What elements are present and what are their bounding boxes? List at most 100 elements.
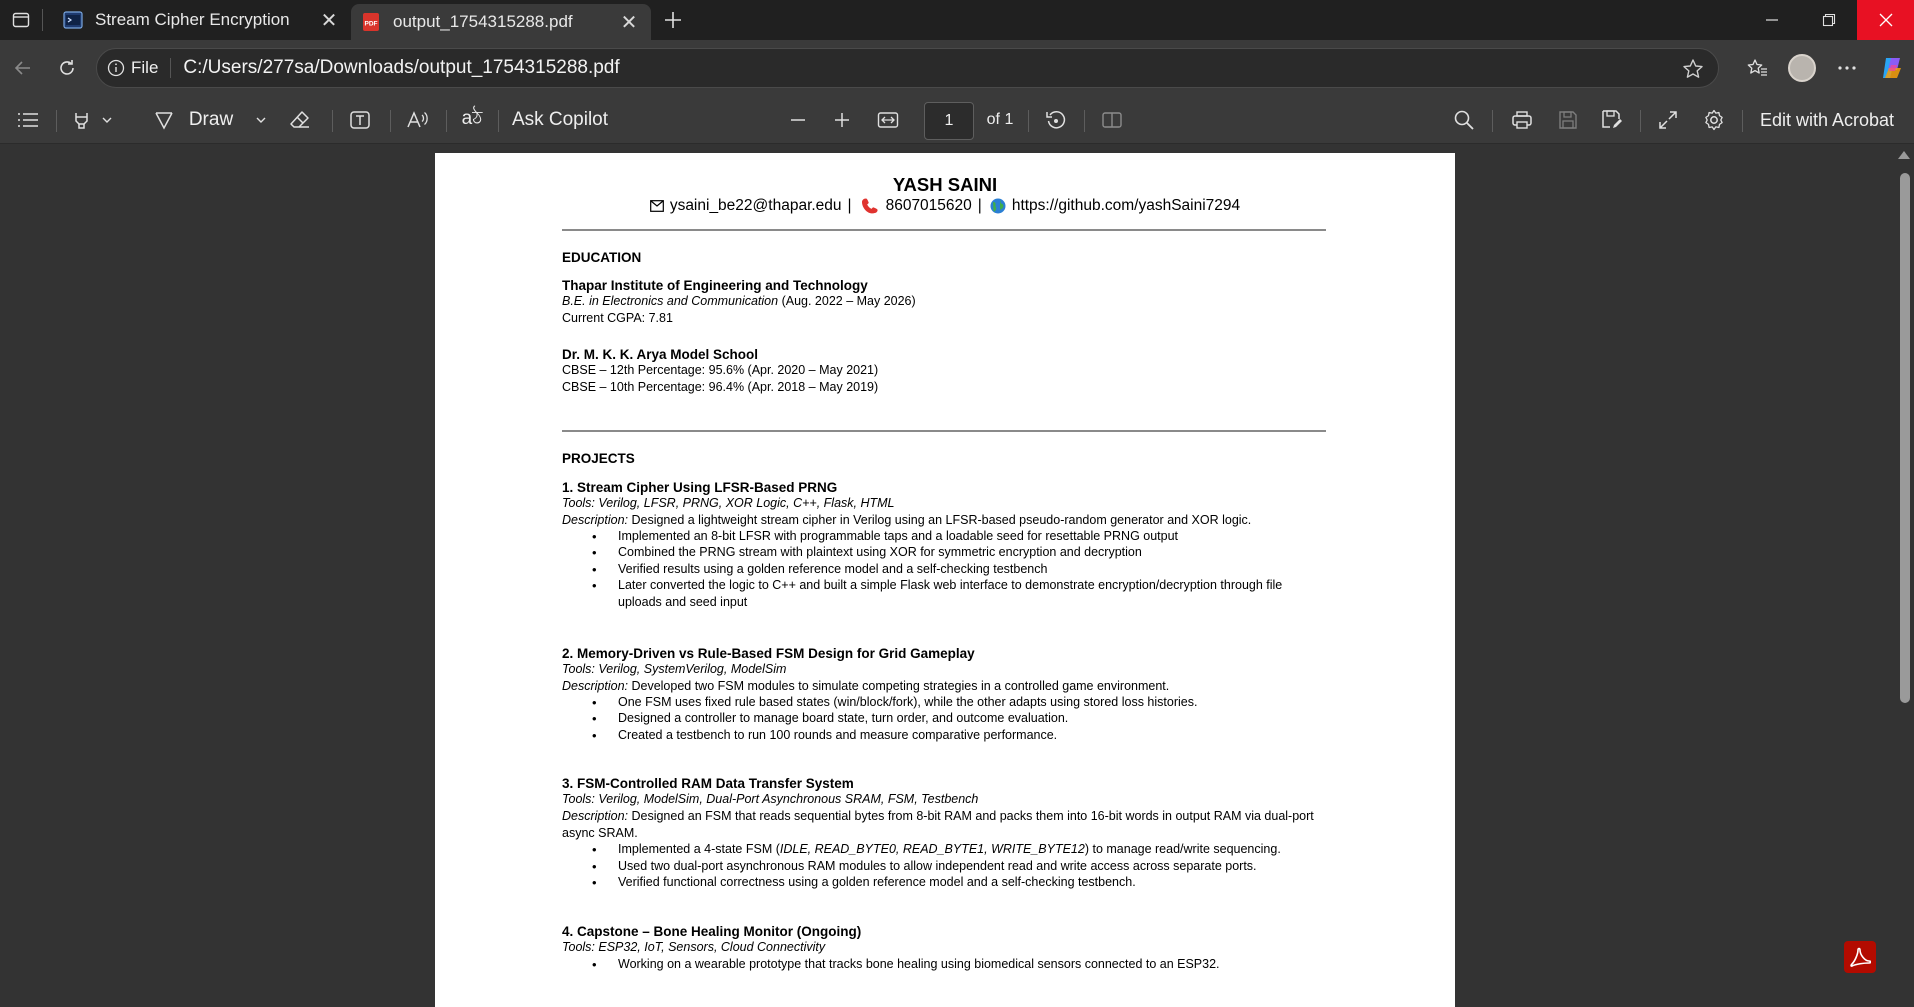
terminal-favicon-icon	[63, 11, 83, 29]
profile-button[interactable]	[1779, 48, 1824, 88]
search-button[interactable]	[1446, 96, 1482, 144]
draw-label: Draw	[188, 109, 234, 130]
project-title: 4. Capstone – Bone Healing Monitor (Ongo…	[562, 924, 862, 939]
star-icon	[1683, 59, 1703, 78]
github-link[interactable]: https://github.com/yashSaini7294	[1012, 197, 1240, 215]
scroll-up-icon[interactable]	[1898, 151, 1910, 159]
address-bar-row: File C:/Users/277sa/Downloads/output_175…	[0, 40, 1914, 96]
email-text[interactable]: ysaini_be22@thapar.edu	[670, 197, 842, 215]
minimize-button[interactable]	[1743, 0, 1800, 40]
favorites-button[interactable]	[1734, 48, 1779, 88]
project-title: 2. Memory-Driven vs Rule-Based FSM Desig…	[562, 646, 975, 661]
ellipsis-icon	[1837, 66, 1856, 70]
highlighter-icon	[75, 113, 88, 129]
favorite-star-button[interactable]	[1682, 58, 1704, 85]
draw-button[interactable]: Draw	[150, 96, 270, 144]
project-title: 1. Stream Cipher Using LFSR-Based PRNG	[562, 480, 838, 495]
contact-line: ysaini_be22@thapar.edu | 8607015620 | ht…	[435, 197, 1455, 215]
new-tab-button[interactable]	[651, 0, 695, 40]
zoom-out-button[interactable]	[780, 96, 816, 144]
resume-name: YASH SAINI	[892, 174, 998, 195]
info-icon	[107, 59, 125, 77]
close-window-button[interactable]	[1857, 0, 1914, 40]
globe-icon	[990, 198, 1006, 214]
close-tab-icon[interactable]: ✕	[317, 8, 341, 32]
erase-button[interactable]	[282, 96, 318, 144]
pdf-viewer[interactable]: YASH SAINI ysaini_be22@thapar.edu | 8607…	[0, 145, 1914, 1007]
pdf-toolbar: Draw aঠ Ask Copilot 1 of 1 Edit with Acr…	[0, 96, 1914, 144]
translate-button[interactable]: aঠ	[452, 96, 492, 144]
vertical-scrollbar[interactable]	[1896, 145, 1914, 1007]
url-text[interactable]: C:/Users/277sa/Downloads/output_17543152…	[183, 57, 619, 79]
tab-stream-cipher[interactable]: Stream Cipher Encryption ✕	[53, 0, 351, 40]
list-item: Created a testbench to run 100 rounds an…	[592, 727, 1328, 744]
gear-icon	[1705, 109, 1723, 131]
save-as-button[interactable]	[1592, 96, 1632, 144]
settings-button[interactable]	[1694, 96, 1734, 144]
bullet-text: Implemented a 4-state FSM (	[618, 842, 780, 856]
restore-button[interactable]	[1800, 0, 1857, 40]
acrobat-button[interactable]	[1844, 941, 1876, 973]
cbse-10-line: CBSE – 10th Percentage: 96.4% (Apr. 2018…	[562, 380, 879, 394]
print-button[interactable]	[1502, 96, 1542, 144]
separator: |	[977, 197, 982, 214]
separator: |	[847, 197, 852, 214]
tab-actions-icon	[12, 12, 30, 28]
edit-with-acrobat-button[interactable]: Edit with Acrobat	[1752, 96, 1902, 144]
read-aloud-button[interactable]	[398, 96, 438, 144]
printer-icon	[1512, 111, 1532, 129]
more-button[interactable]	[1824, 48, 1869, 88]
refresh-button[interactable]	[46, 48, 88, 88]
plus-icon	[835, 113, 849, 127]
tab-actions-button[interactable]	[0, 0, 42, 40]
list-item: Designed a controller to manage board st…	[592, 710, 1328, 727]
save-button[interactable]	[1548, 96, 1588, 144]
rotate-button[interactable]	[1036, 96, 1076, 144]
description-label: Description:	[562, 513, 628, 527]
copilot-button[interactable]	[1869, 48, 1914, 88]
tab-title: Stream Cipher Encryption	[95, 10, 290, 29]
fit-width-button[interactable]	[870, 96, 906, 144]
page-number-input[interactable]: 1	[924, 102, 974, 140]
copilot-icon	[1882, 58, 1901, 78]
plus-icon	[665, 12, 681, 28]
save-icon	[1559, 111, 1577, 129]
scrollbar-thumb[interactable]	[1900, 173, 1910, 703]
ask-copilot-button[interactable]: Ask Copilot	[508, 96, 612, 144]
eraser-icon	[290, 111, 309, 128]
contents-button[interactable]	[10, 96, 46, 144]
highlight-button[interactable]	[66, 96, 118, 144]
save-as-icon	[1602, 110, 1622, 128]
back-arrow-icon	[14, 61, 30, 75]
list-item: One FSM uses fixed rule based states (wi…	[592, 694, 1328, 711]
cbse-12-line: CBSE – 12th Percentage: 95.6% (Apr. 2020…	[562, 363, 879, 377]
page-view-button[interactable]	[1092, 96, 1132, 144]
tab-pdf[interactable]: PDF output_1754315288.pdf ✕	[351, 4, 651, 40]
description-text: Designed a lightweight stream cipher in …	[628, 513, 1252, 527]
project-tools: Tools: Verilog, ModelSim, Dual-Port Asyn…	[562, 792, 979, 806]
close-icon	[1879, 13, 1892, 27]
minimize-icon	[1765, 19, 1778, 21]
favorites-icon	[1747, 59, 1767, 76]
fullscreen-button[interactable]	[1648, 96, 1688, 144]
acrobat-icon	[1850, 947, 1871, 967]
chevron-down-icon	[102, 117, 112, 123]
add-text-button[interactable]	[340, 96, 380, 144]
address-bar[interactable]: File C:/Users/277sa/Downloads/output_175…	[96, 48, 1719, 88]
divider	[562, 229, 1326, 231]
pdf-favicon-icon: PDF	[363, 13, 379, 31]
project-tools: Tools: Verilog, SystemVerilog, ModelSim	[562, 662, 787, 676]
site-info-button[interactable]: File	[107, 58, 158, 78]
fit-width-icon	[877, 112, 899, 128]
svg-text:PDF: PDF	[365, 21, 378, 28]
project-tools: Tools: ESP32, IoT, Sensors, Cloud Connec…	[562, 940, 826, 954]
description-label: Description:	[562, 809, 628, 823]
two-page-icon	[1102, 112, 1122, 128]
pen-icon	[155, 112, 173, 130]
back-button[interactable]	[2, 48, 44, 88]
refresh-icon	[60, 60, 74, 75]
close-tab-icon[interactable]: ✕	[617, 10, 641, 34]
description-text: Developed two FSM modules to simulate co…	[628, 679, 1170, 693]
zoom-in-button[interactable]	[824, 96, 860, 144]
text-box-icon	[350, 111, 370, 129]
